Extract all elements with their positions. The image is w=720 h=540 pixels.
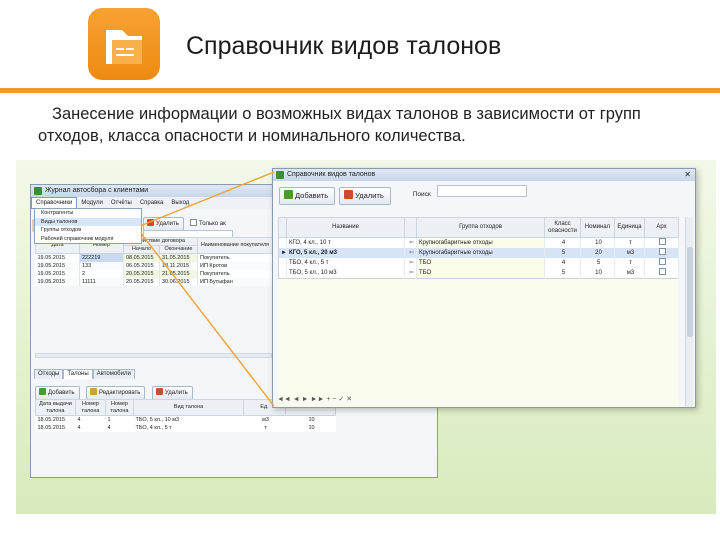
lookup-icon[interactable]: ⇐	[404, 268, 417, 279]
edit-icon	[89, 388, 97, 395]
app-logo-icon	[88, 8, 160, 80]
ticket-types-window: Справочник видов талонов ✕ Добавить Удал…	[272, 168, 696, 408]
title-divider	[0, 88, 720, 93]
delete-icon	[344, 190, 354, 199]
archive-checkbox[interactable]	[644, 268, 679, 279]
col-hazard-class[interactable]: Класс опасности	[544, 217, 581, 238]
menu-exit[interactable]: Выход	[167, 197, 193, 209]
col-name[interactable]: Название	[286, 217, 405, 238]
app-icon	[34, 187, 42, 195]
contracts-grid: Дата Номер Действие договора Наименовани…	[35, 237, 273, 286]
menu-item-rabochiy-spravochnik[interactable]: Рабочий справочник модуля	[35, 235, 141, 244]
app-icon	[276, 171, 284, 179]
col-waste-group[interactable]: Группа отходов	[416, 217, 545, 238]
tab-edit-button[interactable]: Редактировать	[85, 386, 146, 400]
tab-talony[interactable]: Талоны	[63, 369, 93, 379]
table-row[interactable]: ТБО, 4 кл., 5 т ⇐ ТБО 4 5 т	[278, 258, 679, 268]
lookup-icon[interactable]: ⇐	[404, 248, 417, 258]
tab-othody[interactable]: Отходы	[34, 369, 64, 379]
menu-dropdown: Контрагенты Виды талонов Группы отходов …	[34, 208, 142, 244]
checkbox-icon	[659, 258, 666, 265]
add-icon	[284, 190, 293, 199]
table-row[interactable]: 19.05.2015 222219 08.05.2015 31.05.2015 Поку…	[35, 253, 273, 262]
table-row[interactable]: 19.05.2015 11111 20.05.2015 30.06.2015 ИП Бу…	[35, 278, 273, 286]
delete-icon	[147, 219, 154, 226]
col-ticket-number-2[interactable]: Номер талона	[105, 399, 134, 416]
checkbox-icon	[659, 238, 666, 245]
tab-toolbar: Добавить Редактировать Удалить	[35, 381, 195, 400]
col-unit[interactable]: Единица	[614, 217, 645, 238]
checkbox-icon	[659, 268, 666, 275]
main-delete-button[interactable]: Удалить	[143, 217, 184, 231]
popup-titlebar: Справочник видов талонов ✕	[273, 169, 695, 181]
horizontal-scrollbar[interactable]	[35, 353, 272, 358]
col-start[interactable]: Начало	[123, 245, 160, 254]
close-icon[interactable]: ✕	[684, 169, 691, 181]
slide-title: Справочник видов талонов	[186, 32, 502, 60]
table-row[interactable]: 19.05.2015 133 06.05.2015 18.11.2015 ИП Крот…	[35, 262, 273, 270]
checkbox-icon	[190, 219, 198, 226]
archive-checkbox[interactable]	[644, 248, 679, 258]
col-issue-date[interactable]: Дата выдачи талона	[35, 399, 76, 416]
table-row[interactable]: КГО, 4 кл., 10 т ⇐ Крупногабаритные отхо…	[278, 237, 679, 248]
tab-add-button[interactable]: Добавить	[35, 386, 80, 400]
popup-toolbar: Добавить Удалить Поиск	[273, 181, 695, 205]
detail-tabs: Отходы Талоны Автомобили	[34, 369, 135, 379]
table-row[interactable]: ТБО, 5 кл., 10 м3 ⇐ ТБО 5 10 м3	[278, 268, 679, 279]
menu-item-vidy-talonov[interactable]: Виды талонов	[35, 217, 141, 226]
main-window-title: Журнал автосбора с клиентами	[45, 187, 149, 194]
main-toolbar: Удалить Только ак	[143, 212, 226, 231]
tab-avtomobili[interactable]: Автомобили	[92, 369, 135, 379]
row-pointer-icon: ►	[278, 248, 287, 258]
table-row[interactable]: ► КГО, 5 кл., 20 м3 ⇐ Крупногабаритные о…	[278, 248, 679, 258]
menu-item-kontragenty[interactable]: Контрагенты	[35, 209, 141, 218]
popup-title: Справочник видов талонов	[287, 171, 376, 178]
lookup-icon[interactable]: ⇐	[404, 237, 417, 248]
table-row[interactable]: 18.05.2015 4 1 ТБО, 5 кл., 10 м3 м3 10	[36, 416, 336, 425]
popup-delete-button[interactable]: Удалить	[339, 187, 391, 205]
popup-add-button[interactable]: Добавить	[279, 187, 336, 205]
table-row[interactable]: 18.05.2015 4 4 ТБО, 4 кл., 5 т т 10	[36, 424, 336, 432]
ticket-types-grid: Название Группа отходов Класс опасности …	[278, 217, 679, 279]
slide-description: Занесение информации о возможных видах т…	[38, 105, 641, 145]
add-icon	[39, 388, 46, 395]
col-ticket-number[interactable]: Номер талона	[75, 399, 106, 416]
archive-checkbox[interactable]	[644, 237, 679, 248]
scroll-thumb[interactable]	[687, 247, 693, 337]
search-input[interactable]	[436, 185, 527, 197]
grid-empty-area	[278, 261, 678, 407]
archive-checkbox[interactable]	[644, 258, 679, 268]
col-buyer[interactable]: Наименование покупателя	[197, 237, 273, 254]
search-label: Поиск	[412, 191, 431, 198]
col-ticket-type[interactable]: Вид талона	[133, 399, 244, 416]
menu-item-gruppy-othodov[interactable]: Группы отходов	[35, 226, 141, 235]
vertical-scrollbar[interactable]	[685, 217, 693, 407]
col-archive[interactable]: Арх	[644, 217, 679, 238]
only-active-checkbox[interactable]: Только ак	[190, 219, 226, 227]
checkbox-icon	[659, 248, 666, 255]
col-nominal[interactable]: Номинал	[580, 217, 615, 238]
table-row[interactable]: 19.05.2015 2 20.05.2015 21.05.2015 Покупател…	[35, 270, 273, 278]
lookup-icon[interactable]: ⇐	[404, 258, 417, 268]
col-end[interactable]: Окончание	[159, 245, 198, 254]
tab-delete-button[interactable]: Удалить	[151, 386, 193, 400]
delete-icon	[155, 388, 163, 395]
record-navigator[interactable]: ◄◄ ◄ ► ►► + − ✓ ✕	[277, 395, 352, 403]
